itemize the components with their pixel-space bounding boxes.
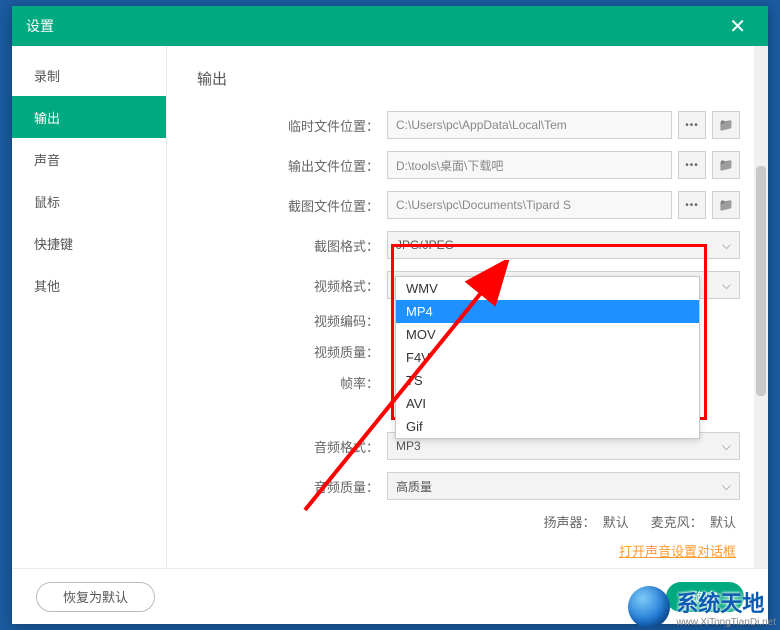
close-icon[interactable]: ✕ (721, 10, 754, 43)
section-title-output: 输出 (197, 68, 740, 89)
chevron-down-icon: ⌵ (722, 238, 731, 253)
label-video-encoding: 视频编码： (197, 311, 387, 330)
sidebar-item-label: 鼠标 (34, 192, 60, 211)
sidebar-item-label: 声音 (34, 150, 60, 169)
option-wmv[interactable]: WMV (396, 277, 699, 300)
dialog-body: 录制 输出 声音 鼠标 快捷键 其他 输出 临时文件位置： C:\Users\p… (12, 46, 768, 568)
open-sound-settings-link[interactable]: 打开声音设置对话框 (197, 541, 740, 560)
label-screenshot-format: 截图格式： (197, 236, 387, 255)
speaker-mic-row: 扬声器： 默认 麦克风： 默认 (197, 512, 740, 531)
chevron-down-icon: ⌵ (722, 439, 731, 454)
sidebar-item-record[interactable]: 录制 (12, 54, 166, 96)
chevron-down-icon: ⌵ (722, 278, 731, 293)
browse-screenshot-button[interactable] (678, 191, 706, 219)
open-screenshot-folder-button[interactable] (712, 191, 740, 219)
row-screenshot-format: 截图格式： JPG/JPEG ⌵ (197, 231, 740, 259)
screenshot-path-input[interactable]: C:\Users\pc\Documents\Tipard S (387, 191, 672, 219)
sidebar-item-mouse[interactable]: 鼠标 (12, 180, 166, 222)
temp-path-input[interactable]: C:\Users\pc\AppData\Local\Tem (387, 111, 672, 139)
row-temp-path: 临时文件位置： C:\Users\pc\AppData\Local\Tem (197, 111, 740, 139)
option-ts[interactable]: TS (396, 369, 699, 392)
open-output-folder-button[interactable] (712, 151, 740, 179)
sidebar-item-other[interactable]: 其他 (12, 264, 166, 306)
settings-dialog: 设置 ✕ 录制 输出 声音 鼠标 快捷键 其他 输出 临时文件位置： C:\Us… (12, 6, 768, 624)
label-video-format: 视频格式： (197, 276, 387, 295)
dialog-title: 设置 (26, 16, 54, 36)
screenshot-format-select[interactable]: JPG/JPEG ⌵ (387, 231, 740, 259)
dialog-footer: 恢复为默认 确定 (12, 568, 768, 624)
label-output-path: 输出文件位置： (197, 156, 387, 175)
label-video-quality: 视频质量： (197, 342, 387, 361)
option-gif[interactable]: Gif (396, 415, 699, 438)
sidebar: 录制 输出 声音 鼠标 快捷键 其他 (12, 46, 167, 568)
content-panel: 输出 临时文件位置： C:\Users\pc\AppData\Local\Tem… (167, 46, 768, 568)
speaker-label: 扬声器： 默认 (543, 512, 628, 531)
row-screenshot-path: 截图文件位置： C:\Users\pc\Documents\Tipard S (197, 191, 740, 219)
option-avi[interactable]: AVI (396, 392, 699, 415)
option-f4v[interactable]: F4V (396, 346, 699, 369)
label-temp-path: 临时文件位置： (197, 116, 387, 135)
output-path-input[interactable]: D:\tools\桌面\下载吧 (387, 151, 672, 179)
video-format-dropdown[interactable]: WMV MP4 MOV F4V TS AVI Gif (395, 276, 700, 439)
label-fps: 帧率： (197, 373, 387, 392)
scrollbar[interactable] (754, 46, 768, 568)
option-mp4[interactable]: MP4 (396, 300, 699, 323)
sidebar-item-label: 快捷键 (34, 234, 73, 253)
browse-output-button[interactable] (678, 151, 706, 179)
open-temp-folder-button[interactable] (712, 111, 740, 139)
row-audio-quality: 音频质量： 高质量 ⌵ (197, 472, 740, 500)
titlebar: 设置 ✕ (12, 6, 768, 46)
ok-button[interactable]: 确定 (666, 582, 744, 612)
row-output-path: 输出文件位置： D:\tools\桌面\下载吧 (197, 151, 740, 179)
mic-label: 麦克风： 默认 (651, 512, 736, 531)
sidebar-item-output[interactable]: 输出 (12, 96, 166, 138)
label-screenshot-path: 截图文件位置： (197, 196, 387, 215)
audio-quality-select[interactable]: 高质量 ⌵ (387, 472, 740, 500)
scroll-thumb[interactable] (756, 166, 766, 396)
label-audio-quality: 音频质量： (197, 477, 387, 496)
label-audio-format: 音频格式： (197, 437, 387, 456)
sidebar-item-sound[interactable]: 声音 (12, 138, 166, 180)
chevron-down-icon: ⌵ (722, 479, 731, 494)
option-mov[interactable]: MOV (396, 323, 699, 346)
restore-defaults-button[interactable]: 恢复为默认 (36, 582, 155, 612)
browse-temp-button[interactable] (678, 111, 706, 139)
sidebar-item-hotkey[interactable]: 快捷键 (12, 222, 166, 264)
sidebar-item-label: 输出 (34, 108, 60, 127)
sidebar-item-label: 其他 (34, 276, 60, 295)
sidebar-item-label: 录制 (34, 66, 60, 85)
